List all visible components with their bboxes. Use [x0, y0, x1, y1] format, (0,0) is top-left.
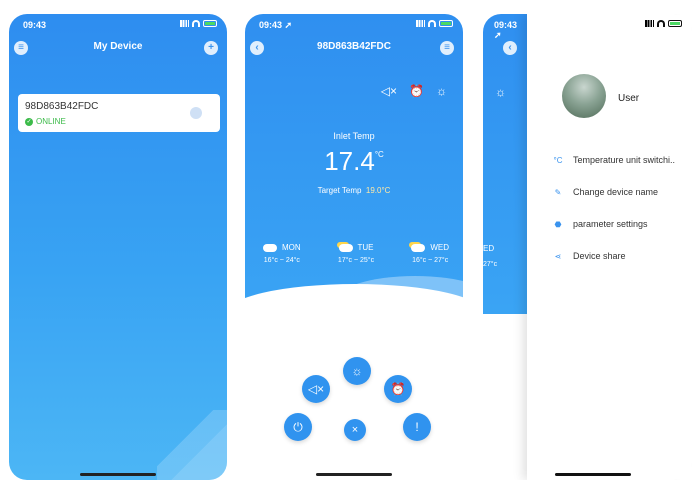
header-panel: [483, 14, 527, 314]
wifi-icon: [428, 20, 436, 27]
home-indicator: [80, 473, 156, 476]
mute-button[interactable]: ◁×: [302, 375, 330, 403]
forecast-range: 17°c ~ 25°c: [337, 257, 375, 264]
menu-item-label: parameter settings: [573, 219, 648, 229]
close-button[interactable]: ×: [344, 419, 366, 441]
menu-temperature-unit[interactable]: °C Temperature unit switchi..: [553, 155, 676, 165]
menu-item-label: Change device name: [573, 187, 659, 197]
forecast-range: 16°c ~ 27°c: [412, 257, 449, 264]
edit-icon: ✎: [554, 187, 562, 197]
forecast-day-name: WED: [430, 243, 449, 252]
forecast-day: WED 16°c ~ 27°c: [411, 243, 449, 264]
mute-icon[interactable]: ◁×: [381, 84, 397, 98]
sun-icon[interactable]: ☼: [436, 84, 447, 98]
device-status-label: ONLINE: [36, 117, 66, 126]
signal-icon: [180, 20, 189, 27]
device-control-screen: 09:43 ➚ ‹ 98D863B42FDC ≡ ◁× ⏰ ☼ Inlet Te…: [245, 14, 463, 480]
forecast-row: MON 16°c ~ 24°c TUE 17°c ~ 25°c WED 16°c…: [263, 243, 449, 264]
status-time: 09:43: [23, 20, 47, 30]
menu-device-share[interactable]: ⋖ Device share: [553, 251, 626, 261]
forecast-day-name: ED: [483, 244, 495, 253]
target-temp-label: Target Temp: [317, 186, 362, 195]
battery-icon: [439, 20, 453, 27]
info-button[interactable]: !: [403, 413, 431, 441]
chevron-right-icon[interactable]: [190, 107, 202, 119]
celsius-icon: °C: [553, 155, 563, 165]
home-indicator: [555, 473, 631, 476]
inlet-temp-unit: °C: [374, 150, 384, 159]
battery-icon: [203, 20, 217, 27]
device-list-screen: 09:43 ≡ My Device + 98D863B42FDC ✓ ONLIN…: [9, 14, 227, 480]
home-indicator: [316, 473, 392, 476]
wave-decoration: [245, 284, 463, 344]
inlet-temp-value: 17.4°C: [245, 146, 463, 177]
side-drawer: User °C Temperature unit switchi.. ✎ Cha…: [527, 14, 692, 480]
settings-icon[interactable]: ≡: [440, 41, 454, 55]
avatar[interactable]: [562, 74, 606, 118]
status-bar: 09:43: [9, 20, 227, 34]
forecast-day-name: TUE: [357, 243, 374, 252]
back-icon: ‹: [503, 41, 517, 55]
forecast-range: 27°c: [483, 261, 498, 268]
forecast-range: 16°c ~ 24°c: [263, 257, 300, 264]
status-time: 09:43 ➚: [259, 20, 293, 30]
sun-icon: ☼: [495, 85, 506, 99]
status-icons: [416, 20, 453, 27]
target-temp-value: 19.0°C: [365, 186, 391, 195]
forecast-day: MON 16°c ~ 24°c: [263, 243, 301, 264]
alarm-button[interactable]: ⏰: [384, 375, 412, 403]
inlet-temp-number: 17.4: [324, 146, 375, 176]
sun-mode-button[interactable]: ☼: [343, 357, 371, 385]
menu-item-label: Device share: [573, 251, 626, 261]
plus-icon[interactable]: +: [204, 41, 218, 55]
drawer-screen: 09:43 ➚ ‹ ☼ ED 27°c User °C Temperature …: [483, 14, 692, 480]
quick-icons: ◁× ⏰ ☼: [381, 84, 447, 98]
user-name: User: [618, 93, 640, 104]
device-card[interactable]: 98D863B42FDC ✓ ONLINE: [18, 94, 220, 132]
status-time: 09:43 ➚: [494, 20, 518, 40]
status-icons: [180, 20, 217, 27]
device-name: 98D863B42FDC: [25, 101, 99, 112]
wifi-icon: [192, 20, 200, 27]
menu-parameter-settings[interactable]: ⬣ parameter settings: [553, 219, 648, 229]
share-icon: ⋖: [554, 251, 562, 261]
menu-change-device-name[interactable]: ✎ Change device name: [553, 187, 658, 197]
device-status: ✓ ONLINE: [25, 117, 66, 126]
target-temp: Target Temp 19.0°C: [245, 186, 463, 195]
cloud-icon: [263, 243, 277, 252]
signal-icon: [645, 20, 654, 27]
settings-icon: ⬣: [554, 219, 562, 229]
signal-icon: [416, 20, 425, 27]
power-button[interactable]: ⏻: [284, 413, 312, 441]
decorative-cubes: [157, 410, 227, 480]
status-bar: 09:43 ➚: [245, 20, 463, 34]
battery-icon: [668, 20, 682, 27]
status-icons: [645, 20, 682, 27]
forecast-day-name: MON: [282, 243, 301, 252]
page-title: My Device: [93, 41, 143, 52]
wifi-icon: [657, 20, 665, 27]
check-icon: ✓: [25, 117, 33, 126]
background-screen-strip: 09:43 ➚ ‹ ☼ ED 27°c: [483, 14, 527, 480]
partly-sunny-icon: [411, 243, 426, 252]
status-bar: [527, 20, 692, 34]
partly-sunny-icon: [338, 243, 353, 252]
alarm-icon[interactable]: ⏰: [409, 84, 424, 98]
device-title: 98D863B42FDC: [317, 41, 391, 52]
menu-item-label: Temperature unit switchi..: [573, 155, 676, 165]
forecast-day: TUE 17°c ~ 25°c: [338, 243, 374, 264]
inlet-temp-label: Inlet Temp: [333, 131, 375, 141]
